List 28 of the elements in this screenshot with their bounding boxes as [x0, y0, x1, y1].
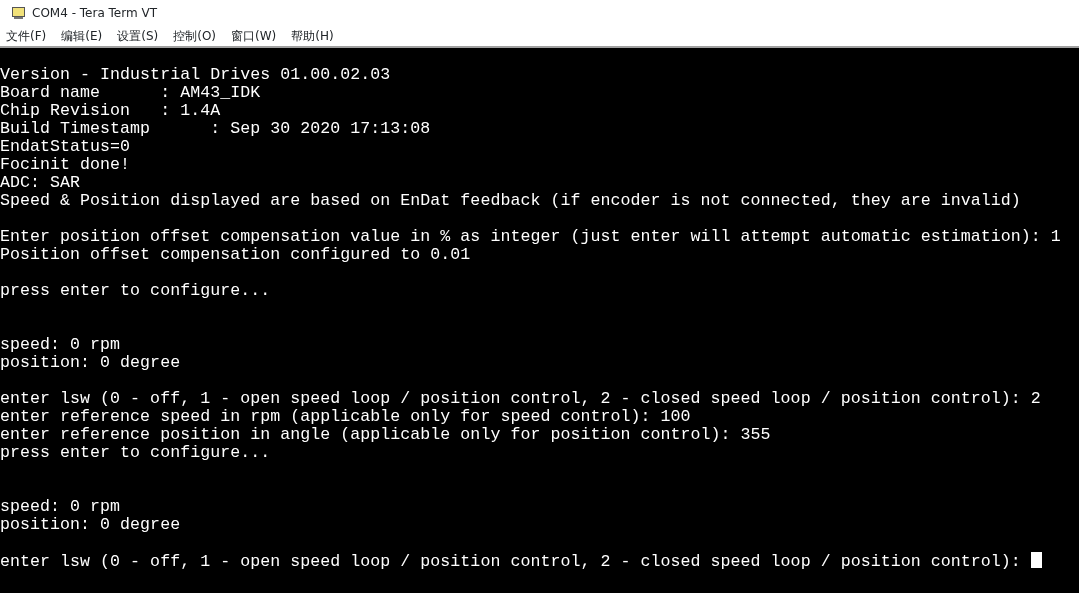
terminal-line: Chip Revision : 1.4A: [0, 101, 221, 120]
app-icon: [12, 7, 25, 19]
menu-item[interactable]: 编辑(E): [61, 27, 103, 45]
terminal-line: enter lsw (0 - off, 1 - open speed loop / position control, 2 - closed speed loop / position control):: [0, 552, 1022, 571]
menu-item[interactable]: 窗口(W): [231, 27, 277, 45]
terminal-line: Version - Industrial Drives 01.00.02.03: [0, 65, 391, 84]
terminal-line: Focinit done!: [0, 155, 131, 174]
terminal-line: position: 0 degree: [0, 515, 181, 534]
terminal-line: EndatStatus=0: [0, 137, 131, 156]
menu-item[interactable]: 控制(O): [173, 27, 216, 45]
menu-item[interactable]: 文件(F): [6, 27, 47, 45]
terminal-line: enter lsw (0 - off, 1 - open speed loop / position control, 2 - closed speed loop / position control): 2: [0, 389, 1041, 408]
terminal-line: press enter to configure...: [0, 281, 271, 300]
terminal-line: Build Timestamp : Sep 30 2020 17:13:08: [0, 119, 431, 138]
terminal-line: Speed & Position displayed are based on EnDat feedback (if encoder is not connected, they are invalid): [0, 191, 1021, 210]
terminal-line: enter reference position in angle (applicable only for position control): 355: [0, 425, 771, 444]
terminal-line: press enter to configure...: [0, 443, 271, 462]
terminal-line: Board name : AM43_IDK: [0, 83, 261, 102]
terminal-line: Position offset compensation configured to 0.01: [0, 245, 471, 264]
terminal-line: Enter position offset compensation value in % as integer (just enter will attempt automatic estimation): 1: [0, 227, 1061, 246]
window-title: COM4 - Tera Term VT: [32, 5, 157, 22]
terminal-line: position: 0 degree: [0, 353, 181, 372]
menu-item[interactable]: 帮助(H): [291, 27, 334, 45]
menu-item[interactable]: 设置(S): [117, 27, 159, 45]
terminal-line: speed: 0 rpm: [0, 497, 121, 516]
terminal-line: speed: 0 rpm: [0, 335, 121, 354]
terminal-line: ADC: SAR: [0, 173, 81, 192]
terminal-line: enter reference speed in rpm (applicable only for speed control): 100: [0, 407, 691, 426]
